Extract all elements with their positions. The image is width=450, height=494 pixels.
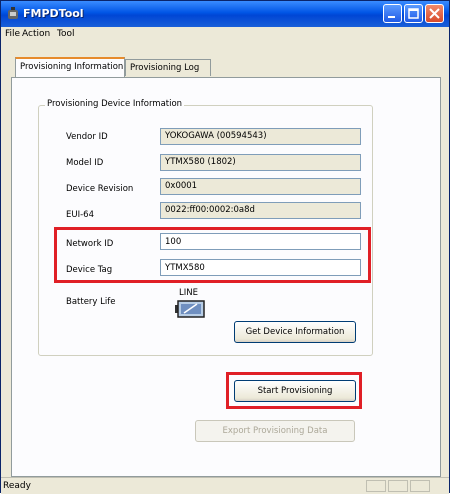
- status-bar: Ready: [1, 477, 449, 494]
- maximize-icon: [408, 8, 419, 19]
- eui64-label: EUI-64: [66, 210, 94, 220]
- device-revision-label: Device Revision: [66, 184, 134, 194]
- status-cell-2: [388, 480, 408, 492]
- status-text: Ready: [3, 481, 31, 491]
- export-provisioning-data-button[interactable]: Export Provisioning Data: [195, 420, 355, 442]
- model-id-field: YTMX580 (1802): [160, 154, 361, 171]
- close-icon: [429, 8, 440, 19]
- battery-life-label: Battery Life: [66, 297, 116, 307]
- battery-icon: [175, 300, 205, 318]
- highlight-start-provisioning: [226, 372, 362, 409]
- vendor-id-field: YOKOGAWA (00594543): [160, 128, 361, 145]
- model-id-label: Model ID: [66, 158, 104, 168]
- menu-file[interactable]: File: [5, 29, 20, 39]
- title-bar[interactable]: FMPDTool: [1, 1, 449, 27]
- close-button[interactable]: [425, 4, 444, 23]
- app-icon: [8, 7, 18, 19]
- device-revision-field: 0x0001: [160, 178, 361, 195]
- menu-action[interactable]: Action: [22, 29, 50, 39]
- group-title: Provisioning Device Information: [45, 99, 185, 109]
- tab-provisioning-information[interactable]: Provisioning Information: [15, 57, 125, 77]
- menu-tool[interactable]: Tool: [57, 29, 74, 39]
- tab-provisioning-log[interactable]: Provisioning Log: [125, 59, 211, 76]
- app-window: FMPDTool File Action Tool Provisioning I…: [0, 0, 450, 494]
- vendor-id-label: Vendor ID: [66, 132, 108, 142]
- status-cell-3: [410, 480, 430, 492]
- minimize-button[interactable]: [383, 4, 402, 23]
- minimize-icon: [388, 16, 395, 18]
- highlight-network-fields: [54, 227, 371, 283]
- window-title: FMPDTool: [23, 7, 84, 20]
- menu-bar: File Action Tool: [1, 27, 449, 43]
- eui64-field: 0022:ff00:0002:0a8d: [160, 202, 361, 219]
- status-cell-1: [366, 480, 386, 492]
- maximize-button[interactable]: [404, 4, 423, 23]
- battery-caption: LINE: [179, 288, 198, 298]
- get-device-information-button[interactable]: Get Device Information: [234, 321, 356, 343]
